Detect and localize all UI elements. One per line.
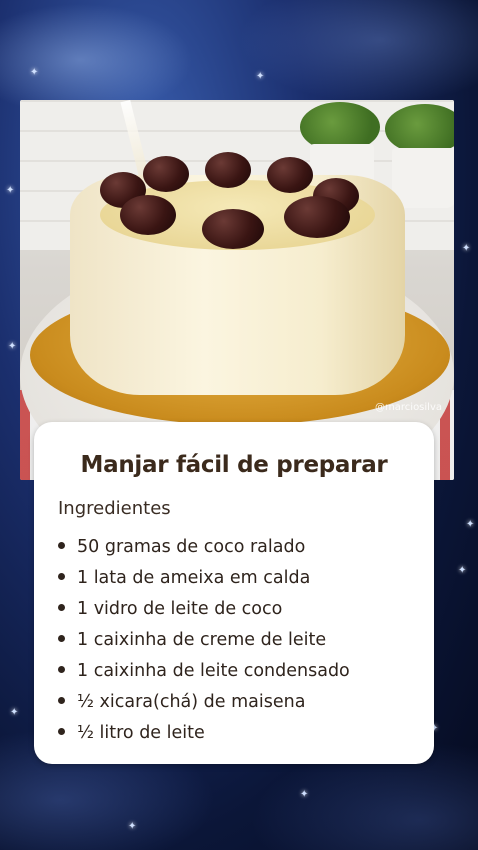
prune bbox=[202, 209, 264, 249]
bullet-icon bbox=[58, 603, 65, 611]
star-icon: ✦ bbox=[8, 341, 17, 352]
ingredient-text: 50 gramas de coco ralado bbox=[77, 537, 306, 557]
ingredient-item: 1 vidro de leite de coco bbox=[58, 594, 428, 625]
bullet-icon bbox=[58, 696, 65, 704]
bullet-icon bbox=[58, 572, 65, 580]
ingredient-item: ½ litro de leite bbox=[58, 718, 428, 749]
ingredient-item: ½ xicara(chá) de maisena bbox=[58, 687, 428, 718]
star-icon: ✦ bbox=[300, 789, 309, 800]
star-icon: ✦ bbox=[6, 185, 15, 196]
ingredient-item: 1 caixinha de creme de leite bbox=[58, 625, 428, 656]
star-icon: ✦ bbox=[10, 707, 19, 718]
ingredient-text: 1 vidro de leite de coco bbox=[77, 599, 283, 619]
recipe-card: Manjar fácil de preparar Ingredientes 50… bbox=[34, 422, 434, 764]
star-icon: ✦ bbox=[466, 519, 475, 530]
ingredients-heading: Ingredientes bbox=[58, 498, 171, 519]
prune bbox=[205, 152, 251, 188]
prune bbox=[120, 195, 176, 235]
bullet-icon bbox=[58, 541, 65, 549]
photo-watermark: @marciosilva bbox=[375, 402, 442, 413]
bullet-icon bbox=[58, 727, 65, 735]
recipe-title: Manjar fácil de preparar bbox=[80, 452, 388, 478]
star-icon: ✦ bbox=[458, 565, 467, 576]
star-icon: ✦ bbox=[30, 67, 39, 78]
ingredient-item: 50 gramas de coco ralado bbox=[58, 532, 428, 563]
ingredient-text: 1 caixinha de leite condensado bbox=[77, 661, 350, 681]
ingredient-item: 1 lata de ameixa em calda bbox=[58, 563, 428, 594]
star-icon: ✦ bbox=[462, 243, 471, 254]
ingredient-text: ½ xicara(chá) de maisena bbox=[77, 692, 306, 712]
plant-pot bbox=[392, 148, 454, 208]
star-icon: ✦ bbox=[128, 821, 137, 832]
ingredient-text: ½ litro de leite bbox=[77, 723, 205, 743]
ingredient-text: 1 lata de ameixa em calda bbox=[77, 568, 311, 588]
ingredient-text: 1 caixinha de creme de leite bbox=[77, 630, 327, 650]
ingredient-item: 1 caixinha de leite condensado bbox=[58, 656, 428, 687]
star-icon: ✦ bbox=[256, 71, 265, 82]
prune bbox=[284, 196, 350, 238]
bullet-icon bbox=[58, 634, 65, 642]
prune bbox=[267, 157, 313, 193]
prune bbox=[143, 156, 189, 192]
ingredients-list: 50 gramas de coco ralado 1 lata de ameix… bbox=[58, 532, 428, 749]
bullet-icon bbox=[58, 665, 65, 673]
